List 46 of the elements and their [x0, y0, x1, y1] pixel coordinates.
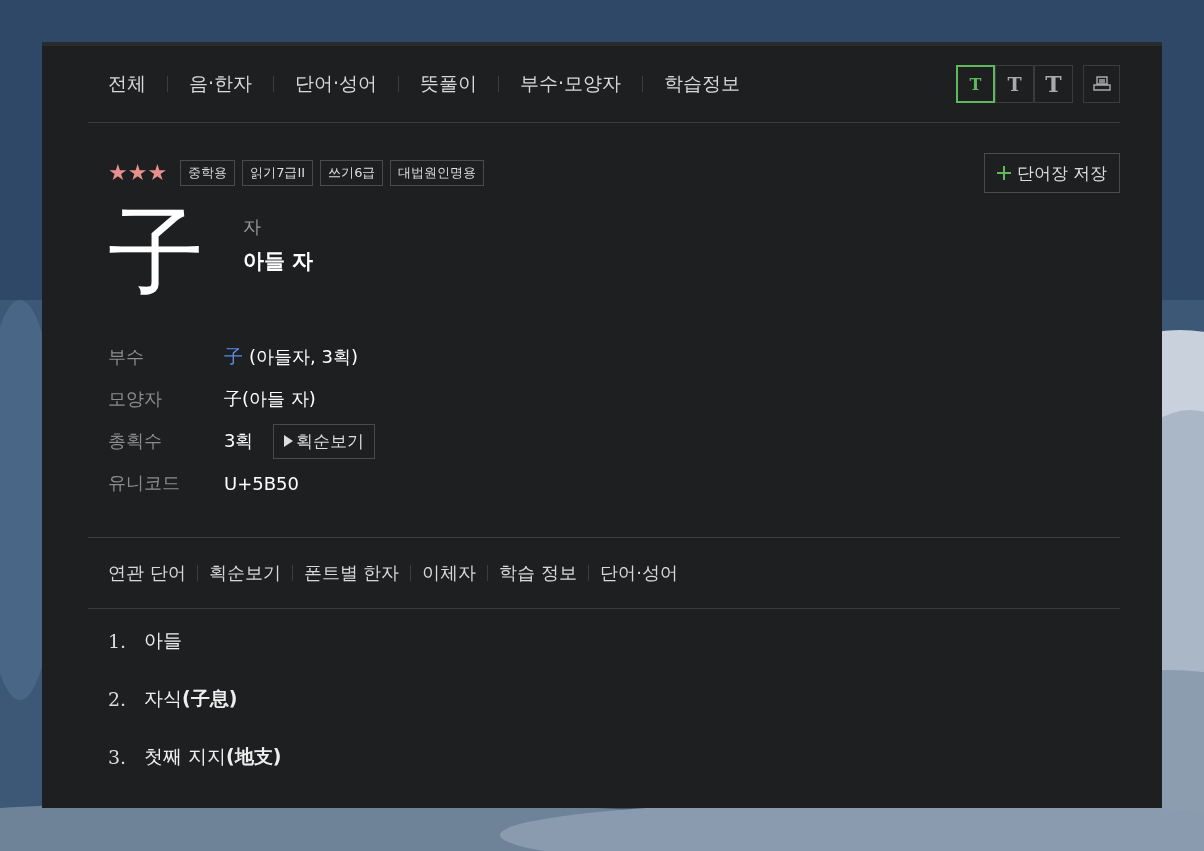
info-value: 子(아들 자)	[224, 387, 316, 411]
nav-tab[interactable]: 단어·성어	[295, 71, 378, 97]
info-value: 3획	[224, 429, 254, 453]
meaning-item: 자식(子息)	[144, 686, 238, 711]
list-number: 2.	[108, 688, 128, 710]
section-tab[interactable]: 획순보기	[208, 561, 281, 585]
info-label: 부수	[108, 345, 145, 369]
stroke-order-button[interactable]: 획순보기	[273, 423, 376, 459]
level-tag: 대법원인명용	[390, 160, 485, 186]
meaning-item: 첫째 지지(地支)	[144, 744, 282, 769]
hanja-character: 子	[108, 197, 205, 307]
info-value: U+5B50	[224, 472, 299, 494]
info-label: 모양자	[108, 387, 163, 411]
section-tab[interactable]: 폰트별 한자	[303, 561, 400, 585]
printer-icon	[1092, 75, 1111, 93]
section-tab[interactable]: 단어·성어	[600, 561, 678, 585]
info-value: (아들자, 3획)	[249, 345, 358, 369]
radical-link[interactable]: 子	[224, 344, 243, 370]
nav-tab[interactable]: 학습정보	[664, 71, 741, 97]
save-word-button[interactable]: 단어장 저장	[983, 153, 1120, 193]
reading-text: 자	[243, 215, 262, 239]
star-icon: ★	[127, 162, 148, 184]
section-tab[interactable]: 학습 정보	[499, 561, 578, 585]
nav-tab[interactable]: 음·한자	[189, 71, 253, 97]
font-size-button[interactable]: T	[1034, 65, 1073, 103]
nav-tab[interactable]: 부수·모양자	[520, 71, 622, 97]
nav-tab[interactable]: 뜻풀이	[420, 71, 478, 97]
meaning-text: 아들 자	[243, 248, 314, 275]
list-number: 1.	[108, 630, 128, 652]
font-size-button[interactable]: T	[995, 65, 1034, 103]
info-label: 총획수	[108, 429, 163, 453]
level-tag: 읽기7급II	[242, 160, 314, 186]
section-tab[interactable]: 연관 단어	[108, 561, 186, 585]
list-number: 3.	[108, 746, 128, 768]
meaning-item: 아들	[144, 628, 182, 653]
star-icon: ★	[147, 162, 168, 184]
print-button[interactable]	[1083, 65, 1120, 103]
star-icon: ★	[108, 162, 128, 184]
play-icon	[284, 435, 294, 447]
level-tag: 쓰기6급	[320, 160, 384, 186]
level-tag: 중학용	[180, 160, 236, 186]
nav-tab[interactable]: 전체	[108, 71, 146, 97]
info-label: 유니코드	[108, 471, 181, 495]
font-size-button[interactable]: T	[956, 65, 995, 103]
section-tab[interactable]: 이체자	[422, 561, 477, 585]
plus-icon	[996, 165, 1011, 180]
